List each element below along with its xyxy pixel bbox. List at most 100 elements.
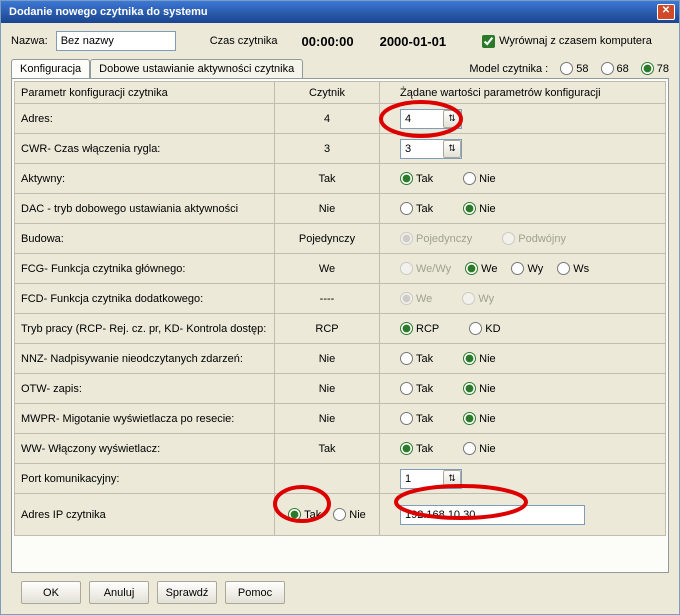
fcg-wy-radio[interactable]: Wy [511, 262, 543, 275]
otw-nie-radio[interactable]: Nie [463, 382, 496, 395]
param-current [275, 464, 380, 494]
table-row: DAC - tryb dobowego ustawiania aktywnośc… [15, 194, 666, 224]
param-current: ---- [275, 284, 380, 314]
param-current: Tak [275, 434, 380, 464]
param-label: FCG- Funkcja czytnika głównego: [15, 254, 275, 284]
table-row: CWR- Czas włączenia rygla: 3 ⇅ [15, 134, 666, 164]
updown-icon[interactable]: ⇅ [443, 140, 461, 158]
model-58-radio[interactable]: 58 [560, 62, 588, 75]
table-row: Aktywny: Tak Tak Nie [15, 164, 666, 194]
fcg-ws-radio[interactable]: Ws [557, 262, 589, 275]
ww-tak-radio[interactable]: Tak [400, 442, 433, 455]
param-current: RCP [275, 314, 380, 344]
tab-configuration[interactable]: Konfiguracja [11, 59, 90, 79]
mode-kd-radio[interactable]: KD [469, 322, 500, 335]
table-row: Budowa: Pojedynczy Pojedynczy Podwójny [15, 224, 666, 254]
ip-nie-radio[interactable]: Nie [333, 508, 366, 521]
name-label: Nazwa: [11, 35, 48, 47]
config-table: Parametr konfiguracji czytnika Czytnik Ż… [14, 81, 666, 536]
param-label: Tryb pracy (RCP- Rej. cz. pr, KD- Kontro… [15, 314, 275, 344]
active-nie-radio[interactable]: Nie [463, 172, 496, 185]
tab-daily-activity[interactable]: Dobowe ustawianie aktywności czytnika [90, 59, 303, 78]
mwpr-nie-radio[interactable]: Nie [463, 412, 496, 425]
reader-date-value: 2000-01-01 [380, 34, 447, 49]
param-label: OTW- zapis: [15, 374, 275, 404]
fcd-wy-radio: Wy [462, 292, 494, 305]
nnz-tak-radio[interactable]: Tak [400, 352, 433, 365]
build-single-radio: Pojedynczy [400, 232, 472, 245]
table-row: WW- Włączony wyświetlacz: Tak Tak Nie [15, 434, 666, 464]
reader-time-value: 00:00:00 [302, 34, 354, 49]
otw-tak-radio[interactable]: Tak [400, 382, 433, 395]
port-spinner[interactable]: ⇅ [400, 469, 462, 489]
table-row: MWPR- Migotanie wyświetlacza po resecie:… [15, 404, 666, 434]
param-current: Tak [275, 164, 380, 194]
param-label: CWR- Czas włączenia rygla: [15, 134, 275, 164]
reader-time-label: Czas czytnika [210, 35, 278, 47]
table-row: FCD- Funkcja czytnika dodatkowego: ---- … [15, 284, 666, 314]
param-label: NNZ- Nadpisywanie nieodczytanych zdarzeń… [15, 344, 275, 374]
cancel-button[interactable]: Anuluj [89, 581, 149, 604]
param-label: Adres IP czytnika [15, 494, 275, 536]
param-label: DAC - tryb dobowego ustawiania aktywnośc… [15, 194, 275, 224]
address-spinner[interactable]: ⇅ [400, 109, 462, 129]
table-row: FCG- Funkcja czytnika głównego: We We/Wy… [15, 254, 666, 284]
param-current: Nie [275, 344, 380, 374]
sync-time-checkbox-input[interactable] [482, 35, 495, 48]
param-current: 3 [275, 134, 380, 164]
help-button[interactable]: Pomoc [225, 581, 285, 604]
param-label: MWPR- Migotanie wyświetlacza po resecie: [15, 404, 275, 434]
ip-tak-radio[interactable]: Tak [288, 508, 321, 521]
updown-icon[interactable]: ⇅ [443, 110, 461, 128]
model-68-radio[interactable]: 68 [601, 62, 629, 75]
header-desired: Żądane wartości parametrów konfiguracji [380, 82, 666, 104]
address-input[interactable] [401, 110, 441, 128]
param-label: Port komunikacyjny: [15, 464, 275, 494]
build-double-radio: Podwójny [502, 232, 566, 245]
param-current: Nie [275, 374, 380, 404]
cwr-spinner[interactable]: ⇅ [400, 139, 462, 159]
model-label: Model czytnika : [469, 63, 548, 75]
mwpr-tak-radio[interactable]: Tak [400, 412, 433, 425]
table-row: OTW- zapis: Nie Tak Nie [15, 374, 666, 404]
fcg-we-radio[interactable]: We [465, 262, 497, 275]
sync-time-checkbox-label: Wyrównaj z czasem komputera [499, 35, 652, 47]
param-label: Adres: [15, 104, 275, 134]
table-row: Adres IP czytnika Tak Nie [15, 494, 666, 536]
port-input[interactable] [401, 470, 441, 488]
active-tak-radio[interactable]: Tak [400, 172, 433, 185]
window-title: Dodanie nowego czytnika do systemu [5, 6, 657, 18]
header-parameter: Parametr konfiguracji czytnika [15, 82, 275, 104]
check-button[interactable]: Sprawdź [157, 581, 217, 604]
nnz-nie-radio[interactable]: Nie [463, 352, 496, 365]
sync-time-checkbox[interactable]: Wyrównaj z czasem komputera [482, 35, 652, 48]
table-row: NNZ- Nadpisywanie nieodczytanych zdarzeń… [15, 344, 666, 374]
ip-address-input[interactable] [400, 505, 585, 525]
ww-nie-radio[interactable]: Nie [463, 442, 496, 455]
name-input[interactable] [56, 31, 176, 51]
param-current: Nie [275, 194, 380, 224]
ok-button[interactable]: OK [21, 581, 81, 604]
table-row: Tryb pracy (RCP- Rej. cz. pr, KD- Kontro… [15, 314, 666, 344]
titlebar: Dodanie nowego czytnika do systemu ✕ [1, 1, 679, 23]
updown-icon[interactable]: ⇅ [443, 470, 461, 488]
model-78-radio[interactable]: 78 [641, 62, 669, 75]
table-row: Adres: 4 ⇅ [15, 104, 666, 134]
param-label: FCD- Funkcja czytnika dodatkowego: [15, 284, 275, 314]
param-label: Aktywny: [15, 164, 275, 194]
param-current: 4 [275, 104, 380, 134]
param-current: We [275, 254, 380, 284]
param-label: WW- Włączony wyświetlacz: [15, 434, 275, 464]
table-row: Port komunikacyjny: ⇅ [15, 464, 666, 494]
cwr-input[interactable] [401, 140, 441, 158]
param-label: Budowa: [15, 224, 275, 254]
dac-tak-radio[interactable]: Tak [400, 202, 433, 215]
param-current: Pojedynczy [275, 224, 380, 254]
param-current: Nie [275, 404, 380, 434]
fcg-wewy-radio: We/Wy [400, 262, 451, 275]
close-icon[interactable]: ✕ [657, 4, 675, 20]
fcd-we-radio: We [400, 292, 432, 305]
mode-rcp-radio[interactable]: RCP [400, 322, 439, 335]
header-reader: Czytnik [275, 82, 380, 104]
dac-nie-radio[interactable]: Nie [463, 202, 496, 215]
